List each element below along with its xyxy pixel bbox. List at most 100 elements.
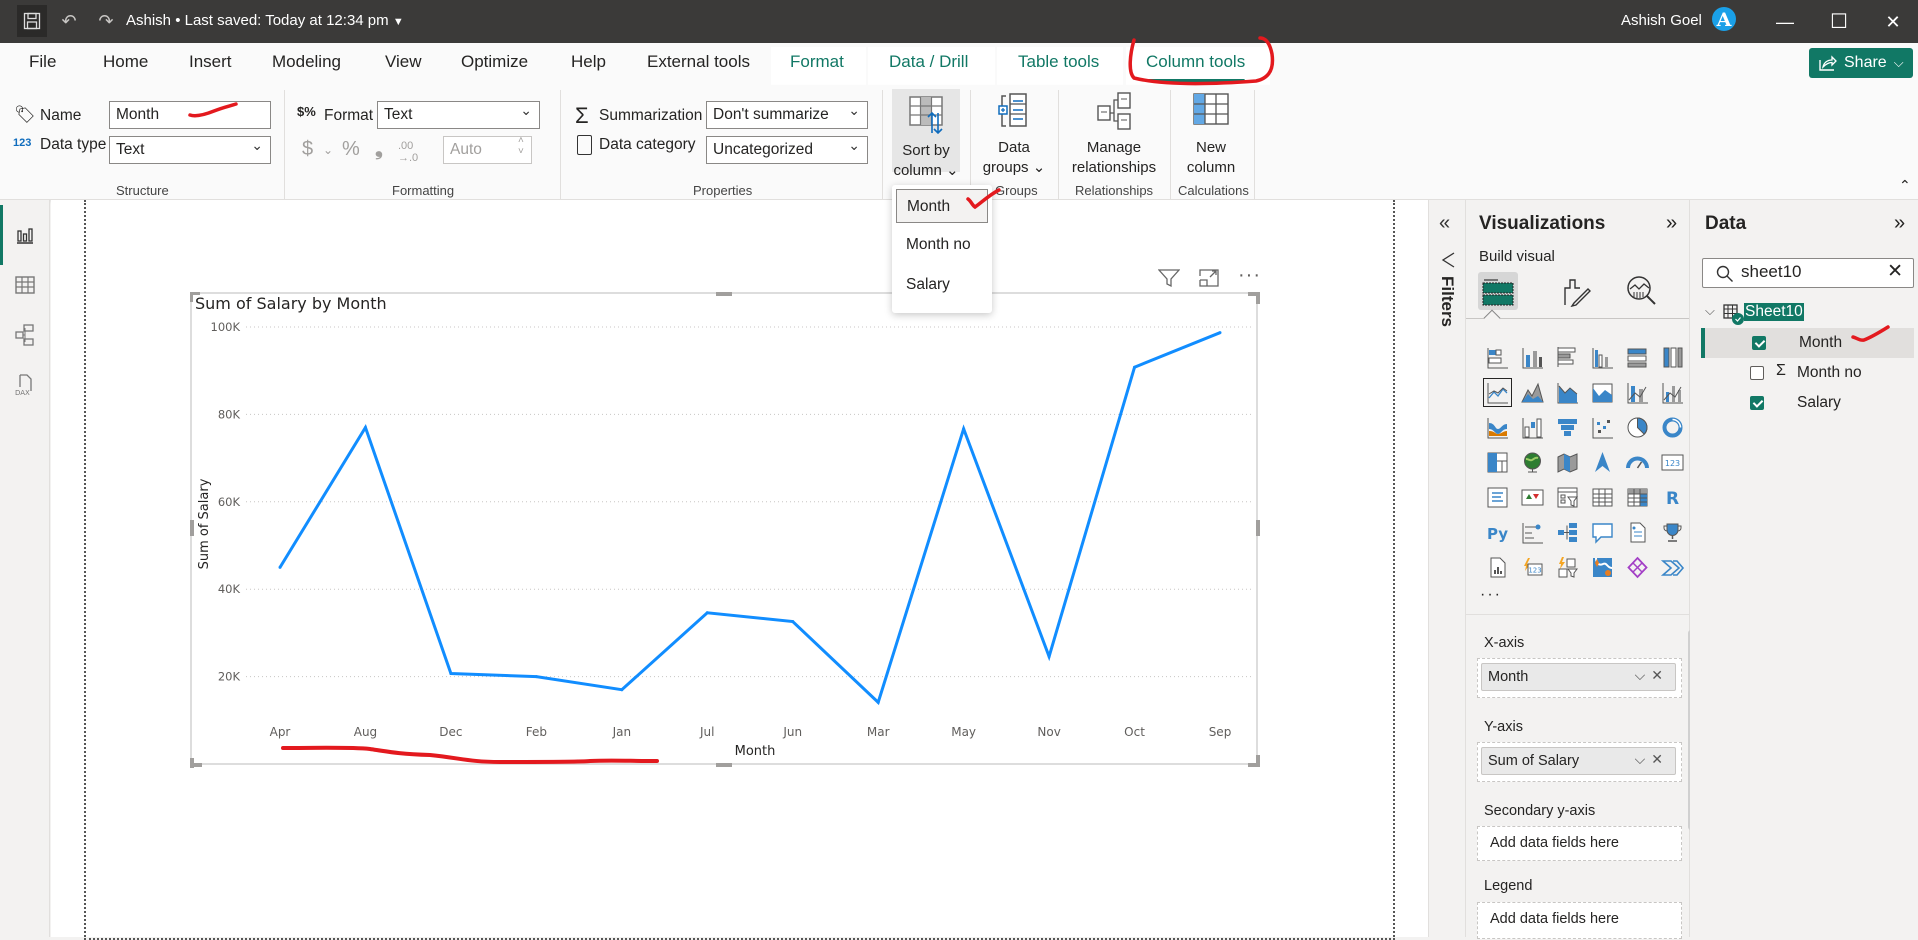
collapse-pane-icon[interactable]: »: [1894, 212, 1905, 235]
table-icon[interactable]: [1585, 480, 1620, 515]
data-search-input[interactable]: sheet10 ✕: [1702, 258, 1914, 288]
filter-icon[interactable]: [1158, 268, 1180, 288]
analytics-icon[interactable]: [1626, 275, 1658, 307]
data-point[interactable]: [278, 565, 282, 569]
area-chart-icon[interactable]: [1515, 375, 1550, 410]
collapse-ribbon-icon[interactable]: ⌃: [1899, 177, 1911, 194]
qa-visual-icon[interactable]: [1585, 515, 1620, 550]
100-stacked-area-chart-icon[interactable]: [1585, 375, 1620, 410]
tab-view[interactable]: View: [383, 52, 424, 82]
key-influencers-icon[interactable]: [1515, 515, 1550, 550]
currency-button[interactable]: $: [302, 138, 313, 161]
filled-map-icon[interactable]: [1550, 445, 1585, 480]
stacked-column-chart-icon[interactable]: [1515, 340, 1550, 375]
paginated-report-icon[interactable]: [1480, 550, 1515, 585]
tab-format[interactable]: Format: [788, 52, 846, 82]
minimize-button[interactable]: —: [1773, 10, 1797, 34]
100-stacked-column-chart-icon[interactable]: [1655, 340, 1690, 375]
tab-optimize[interactable]: Optimize: [459, 52, 530, 82]
table-view-button[interactable]: [0, 265, 50, 305]
data-point[interactable]: [534, 675, 538, 679]
tab-home[interactable]: Home: [101, 52, 150, 82]
secondary-y-axis-well[interactable]: Add data fields here: [1477, 826, 1682, 861]
chevron-down-icon[interactable]: ⌵: [1705, 303, 1715, 319]
map-icon[interactable]: [1515, 445, 1550, 480]
save-icon[interactable]: [17, 5, 47, 37]
data-point[interactable]: [620, 688, 624, 692]
ribbon-chart-icon[interactable]: [1480, 410, 1515, 445]
data-point[interactable]: [1047, 654, 1051, 658]
more-options-icon[interactable]: ···: [1238, 265, 1261, 288]
waterfall-chart-icon[interactable]: [1515, 410, 1550, 445]
treemap-icon[interactable]: [1480, 445, 1515, 480]
x-axis-field-pill[interactable]: Month ⌵✕: [1481, 663, 1676, 691]
clustered-bar-chart-icon[interactable]: [1550, 340, 1585, 375]
y-axis-field-pill[interactable]: Sum of Salary ⌵✕: [1481, 747, 1676, 775]
data-groups-button[interactable]: Data groups ⌄: [980, 90, 1048, 178]
comma-button[interactable]: ❟: [375, 138, 383, 161]
field-month-no[interactable]: Σ Month no: [1702, 358, 1914, 388]
data-category-select[interactable]: Uncategorized: [706, 136, 868, 164]
clustered-column-chart-icon[interactable]: [1585, 340, 1620, 375]
focus-mode-icon[interactable]: [1198, 268, 1220, 288]
scatter-chart-icon[interactable]: [1585, 410, 1620, 445]
matrix-icon[interactable]: [1620, 480, 1655, 515]
tab-table-tools[interactable]: Table tools: [1016, 52, 1101, 82]
line-and-clustered-column-chart-icon[interactable]: [1655, 375, 1690, 410]
slicer-icon[interactable]: [1550, 480, 1585, 515]
data-point[interactable]: [1133, 365, 1137, 369]
name-input[interactable]: Month: [109, 101, 271, 129]
multi-row-card-icon[interactable]: [1480, 480, 1515, 515]
summarization-select[interactable]: Don't summarize: [706, 101, 868, 129]
filters-pane-collapsed[interactable]: « Filters: [1428, 200, 1466, 937]
data-point[interactable]: [449, 672, 453, 676]
chevron-down-icon[interactable]: ⌵✕: [1635, 667, 1669, 684]
maximize-button[interactable]: ☐: [1827, 10, 1851, 34]
card-icon[interactable]: 123: [1655, 445, 1690, 480]
undo-icon[interactable]: ↶: [56, 8, 82, 34]
avatar[interactable]: A: [1712, 7, 1736, 31]
metrics-icon[interactable]: [1655, 515, 1690, 550]
new-column-button[interactable]: New column: [1176, 90, 1246, 178]
azure-map-icon[interactable]: [1585, 445, 1620, 480]
line-chart-icon[interactable]: [1480, 375, 1515, 410]
expand-filters-icon[interactable]: «: [1439, 212, 1450, 235]
data-point[interactable]: [876, 700, 880, 704]
format-select[interactable]: Text: [377, 101, 540, 129]
donut-chart-icon[interactable]: [1655, 410, 1690, 445]
document-title[interactable]: Ashish • Last saved: Today at 12:34 pm ▼: [126, 12, 404, 29]
chevron-down-icon[interactable]: ⌵✕: [1635, 751, 1669, 768]
sort-option-salary[interactable]: Salary: [896, 268, 988, 302]
redo-icon[interactable]: ↷: [93, 8, 119, 34]
close-button[interactable]: ✕: [1881, 10, 1905, 34]
y-axis-well[interactable]: Sum of Salary ⌵✕: [1477, 742, 1682, 782]
sort-option-month-no[interactable]: Month no: [896, 228, 988, 262]
dax-query-view-button[interactable]: DAX: [0, 365, 50, 405]
field-salary[interactable]: Salary: [1702, 388, 1914, 418]
tab-external-tools[interactable]: External tools: [645, 52, 752, 82]
tab-data-drill[interactable]: Data / Drill: [887, 52, 970, 82]
manage-relationships-button[interactable]: Manage relationships: [1066, 90, 1162, 178]
power-apps-icon[interactable]: 123: [1515, 550, 1550, 585]
legend-well[interactable]: Add data fields here: [1477, 902, 1682, 939]
data-point[interactable]: [791, 620, 795, 624]
collapse-pane-icon[interactable]: »: [1666, 212, 1677, 235]
decomposition-tree-icon[interactable]: [1550, 515, 1585, 550]
sort-by-column-button[interactable]: Sort by column ⌄: [892, 89, 960, 179]
smart-narrative-icon[interactable]: [1620, 515, 1655, 550]
field-month[interactable]: Month: [1701, 328, 1914, 358]
tab-modeling[interactable]: Modeling: [270, 52, 343, 82]
kpi-icon[interactable]: [1515, 480, 1550, 515]
build-visual-tab[interactable]: [1478, 272, 1518, 310]
line-and-stacked-column-chart-icon[interactable]: [1620, 375, 1655, 410]
field-salary-checkbox[interactable]: [1750, 396, 1764, 410]
share-button[interactable]: Share ⌵: [1809, 48, 1913, 78]
more-visuals-button[interactable]: ···: [1480, 586, 1502, 604]
data-type-select[interactable]: Text: [109, 136, 271, 164]
power-apps-alt-icon[interactable]: [1620, 550, 1655, 585]
tab-file[interactable]: File: [27, 52, 58, 82]
tab-column-tools[interactable]: Column tools: [1144, 52, 1247, 82]
python-visual-icon[interactable]: Py: [1480, 515, 1515, 550]
clear-search-icon[interactable]: ✕: [1887, 260, 1903, 283]
decimal-icon[interactable]: .00 →.0: [398, 140, 418, 164]
